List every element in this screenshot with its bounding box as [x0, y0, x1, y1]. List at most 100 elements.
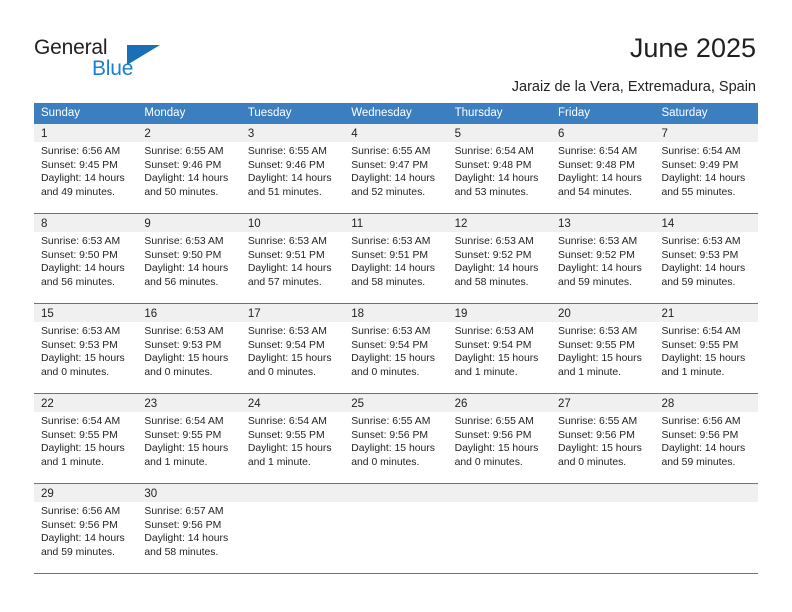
daylight-text-line2: and 54 minutes.: [558, 186, 632, 198]
logo-text-blue: Blue: [92, 57, 134, 80]
sunrise-text: Sunrise: 6:53 AM: [661, 236, 741, 247]
daylight-text-line2: and 1 minute.: [454, 366, 518, 378]
day-number-band: 29: [34, 484, 138, 502]
day-number: 24: [247, 398, 261, 410]
day-number: 21: [661, 308, 675, 320]
sunrise-text: Sunrise: 6:54 AM: [558, 146, 638, 157]
calendar-day-cell[interactable]: 13 Sunrise: 6:53 AM Sunset: 9:52 PM Dayligh…: [551, 214, 655, 303]
day-number-band: 7: [654, 124, 758, 142]
sunrise-text: Sunrise: 6:56 AM: [41, 506, 121, 517]
daylight-text-line1: Daylight: 14 hours: [144, 533, 229, 545]
calendar-day-cell[interactable]: 9 Sunrise: 6:53 AM Sunset: 9:50 PM Daylight…: [137, 214, 241, 303]
day-number-band: 27: [551, 394, 655, 412]
sunset-text: Sunset: 9:54 PM: [351, 339, 429, 351]
day-number: 8: [41, 218, 48, 230]
sunrise-text: Sunrise: 6:53 AM: [558, 326, 638, 337]
calendar-day-cell[interactable]: 26 Sunrise: 6:55 AM Sunset: 9:56 PM Dayligh…: [447, 394, 552, 483]
sunrise-text: Sunrise: 6:53 AM: [351, 236, 431, 247]
calendar-day-cell[interactable]: 12 Sunrise: 6:53 AM Sunset: 9:52 PM Dayligh…: [447, 214, 552, 303]
daylight-text-line2: and 56 minutes.: [41, 276, 115, 288]
daylight-text-line2: and 0 minutes.: [41, 366, 110, 378]
day-details: Sunrise: 6:53 AM Sunset: 9:52 PM Daylight:…: [551, 232, 654, 289]
calendar-day-cell[interactable]: 7 Sunrise: 6:54 AM Sunset: 9:49 PM Daylight…: [654, 124, 758, 213]
calendar-day-cell[interactable]: 1 Sunrise: 6:56 AM Sunset: 9:45 PM Daylight…: [34, 124, 138, 213]
sunset-text: Sunset: 9:55 PM: [144, 429, 222, 441]
sunset-text: Sunset: 9:55 PM: [558, 339, 635, 351]
day-number-band: 3: [240, 124, 345, 142]
page-title: June 2025: [629, 33, 756, 63]
calendar-day-cell[interactable]: 30 Sunrise: 6:57 AM Sunset: 9:56 PM Dayligh…: [137, 484, 241, 573]
calendar-day-cell[interactable]: 2 Sunrise: 6:55 AM Sunset: 9:46 PM Daylight…: [137, 124, 241, 213]
sunset-text: Sunset: 9:54 PM: [247, 339, 325, 351]
day-number-band: [344, 484, 448, 502]
sunrise-text: Sunrise: 6:55 AM: [558, 416, 638, 427]
daylight-text-line1: Daylight: 15 hours: [661, 353, 746, 365]
calendar-day-cell[interactable]: 4 Sunrise: 6:55 AM Sunset: 9:47 PM Daylight…: [344, 124, 448, 213]
day-number: 17: [247, 308, 261, 320]
day-number-band: [447, 484, 552, 502]
daylight-text-line1: Daylight: 14 hours: [351, 263, 435, 275]
day-number: 20: [558, 308, 571, 320]
calendar-day-cell[interactable]: 3 Sunrise: 6:55 AM Sunset: 9:46 PM Daylight…: [240, 124, 345, 213]
calendar-day-cell[interactable]: 28 Sunrise: 6:56 AM Sunset: 9:56 PM Dayligh…: [654, 394, 758, 483]
calendar-day-cell[interactable]: 19 Sunrise: 6:53 AM Sunset: 9:54 PM Dayligh…: [447, 304, 552, 393]
calendar-week-row: 15 Sunrise: 6:53 AM Sunset: 9:53 PM Dayligh…: [34, 303, 758, 393]
day-number-band: 20: [551, 304, 655, 322]
day-number-band: 13: [551, 214, 655, 232]
calendar-day-cell[interactable]: 6 Sunrise: 6:54 AM Sunset: 9:48 PM Daylight…: [551, 124, 655, 213]
day-details: Sunrise: 6:53 AM Sunset: 9:54 PM Daylight:…: [241, 322, 344, 379]
sunrise-text: Sunrise: 6:53 AM: [247, 236, 327, 247]
calendar-day-cell[interactable]: 11 Sunrise: 6:53 AM Sunset: 9:51 PM Dayligh…: [344, 214, 448, 303]
sunset-text: Sunset: 9:53 PM: [661, 249, 739, 261]
daylight-text-line1: Daylight: 14 hours: [351, 173, 435, 185]
calendar-day-cell[interactable]: 23 Sunrise: 6:54 AM Sunset: 9:55 PM Dayligh…: [137, 394, 241, 483]
daylight-text-line1: Daylight: 15 hours: [144, 443, 229, 455]
day-number-band: 12: [447, 214, 552, 232]
daylight-text-line1: Daylight: 15 hours: [351, 443, 435, 455]
calendar-day-cell[interactable]: 8 Sunrise: 6:53 AM Sunset: 9:50 PM Daylight…: [34, 214, 138, 303]
calendar-day-cell[interactable]: 17 Sunrise: 6:53 AM Sunset: 9:54 PM Dayligh…: [240, 304, 345, 393]
day-number: 25: [351, 398, 365, 410]
calendar-grid: Sunday Monday Tuesday Wednesday Thursday…: [34, 103, 758, 574]
calendar-day-cell[interactable]: 29 Sunrise: 6:56 AM Sunset: 9:56 PM Dayligh…: [34, 484, 138, 573]
calendar-day-cell[interactable]: 22 Sunrise: 6:54 AM Sunset: 9:55 PM Dayligh…: [34, 394, 138, 483]
day-details: Sunrise: 6:53 AM Sunset: 9:55 PM Daylight:…: [551, 322, 654, 379]
sunrise-text: Sunrise: 6:53 AM: [558, 236, 638, 247]
general-blue-logo[interactable]: General Blue: [34, 36, 174, 82]
day-details: Sunrise: 6:56 AM Sunset: 9:56 PM Daylight:…: [654, 412, 757, 469]
calendar-day-cell[interactable]: 15 Sunrise: 6:53 AM Sunset: 9:53 PM Dayligh…: [34, 304, 138, 393]
calendar-day-cell[interactable]: 20 Sunrise: 6:53 AM Sunset: 9:55 PM Dayligh…: [551, 304, 655, 393]
day-number: 1: [41, 128, 48, 140]
calendar-day-cell[interactable]: 24 Sunrise: 6:54 AM Sunset: 9:55 PM Dayligh…: [240, 394, 345, 483]
day-details: [551, 502, 654, 505]
day-details: Sunrise: 6:53 AM Sunset: 9:51 PM Daylight:…: [344, 232, 447, 289]
day-number-band: 21: [654, 304, 758, 322]
day-details: Sunrise: 6:53 AM Sunset: 9:50 PM Daylight:…: [137, 232, 240, 289]
calendar-day-cell[interactable]: 10 Sunrise: 6:53 AM Sunset: 9:51 PM Dayligh…: [240, 214, 345, 303]
daylight-text-line2: and 58 minutes.: [351, 276, 426, 288]
calendar-day-cell[interactable]: 5 Sunrise: 6:54 AM Sunset: 9:48 PM Daylight…: [447, 124, 552, 213]
day-number: 16: [144, 308, 158, 320]
daylight-text-line2: and 55 minutes.: [661, 186, 736, 198]
calendar-day-cell[interactable]: 18 Sunrise: 6:53 AM Sunset: 9:54 PM Dayligh…: [344, 304, 448, 393]
day-number-band: 17: [240, 304, 345, 322]
calendar-day-cell[interactable]: 27 Sunrise: 6:55 AM Sunset: 9:56 PM Dayligh…: [551, 394, 655, 483]
calendar-day-cell[interactable]: 25 Sunrise: 6:55 AM Sunset: 9:56 PM Dayligh…: [344, 394, 448, 483]
daylight-text-line1: Daylight: 15 hours: [558, 443, 642, 455]
calendar-week-row: 29 Sunrise: 6:56 AM Sunset: 9:56 PM Dayligh…: [34, 483, 758, 573]
day-details: Sunrise: 6:55 AM Sunset: 9:56 PM Daylight:…: [551, 412, 654, 469]
weekday-header-saturday: Saturday: [661, 107, 708, 119]
calendar-day-cell-empty: [551, 484, 655, 573]
calendar-day-cell[interactable]: 16 Sunrise: 6:53 AM Sunset: 9:53 PM Dayligh…: [137, 304, 241, 393]
sunrise-text: Sunrise: 6:53 AM: [351, 326, 431, 337]
sunset-text: Sunset: 9:52 PM: [454, 249, 532, 261]
day-details: Sunrise: 6:54 AM Sunset: 9:48 PM Daylight:…: [551, 142, 654, 199]
day-details: Sunrise: 6:55 AM Sunset: 9:47 PM Daylight:…: [344, 142, 447, 199]
day-number: 10: [247, 218, 261, 230]
calendar-day-cell[interactable]: 21 Sunrise: 6:54 AM Sunset: 9:55 PM Dayligh…: [654, 304, 758, 393]
day-details: Sunrise: 6:55 AM Sunset: 9:56 PM Daylight:…: [344, 412, 447, 469]
calendar-day-cell[interactable]: 14 Sunrise: 6:53 AM Sunset: 9:53 PM Dayligh…: [654, 214, 758, 303]
day-details: Sunrise: 6:53 AM Sunset: 9:53 PM Daylight:…: [137, 322, 240, 379]
sunset-text: Sunset: 9:51 PM: [247, 249, 325, 261]
day-details: [241, 502, 344, 505]
